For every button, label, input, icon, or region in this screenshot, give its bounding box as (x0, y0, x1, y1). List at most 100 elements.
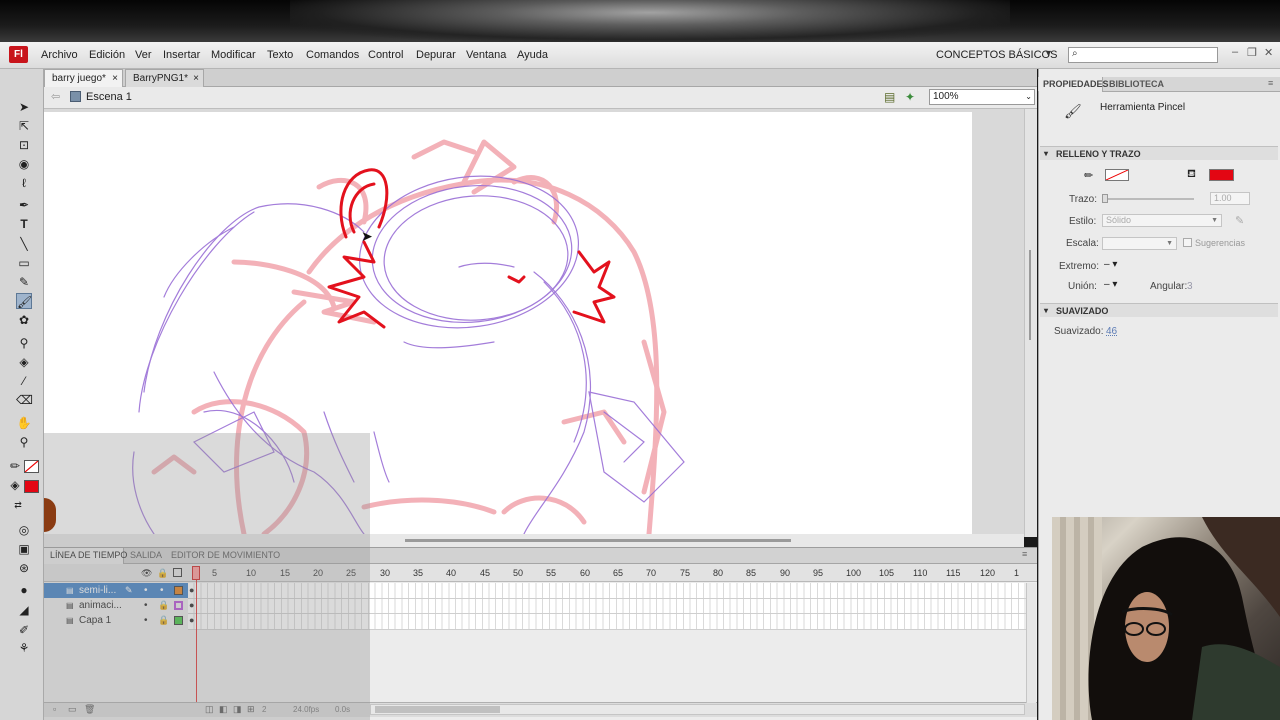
estilo-select[interactable]: Sólido ▼ (1102, 214, 1222, 227)
menu-insertar[interactable]: Insertar (163, 49, 200, 61)
free-transform-tool-icon[interactable]: ⊡ (16, 137, 32, 153)
menu-ventana[interactable]: Ventana (466, 49, 506, 61)
suavizado-value[interactable]: 46 (1106, 326, 1117, 337)
stroke-color-swatch[interactable] (24, 460, 39, 473)
snap-icon[interactable]: ◎ (16, 522, 32, 538)
paint-bucket-tool-icon[interactable]: ◈ (16, 354, 32, 370)
chevron-down-icon[interactable]: ⌄ (1025, 90, 1032, 104)
tab-barrypng1[interactable]: BarryPNG1* × (125, 69, 204, 87)
brush-shape-icon[interactable]: ◢ (16, 602, 32, 618)
section-title: SUAVIZADO (1056, 306, 1109, 316)
frame-number: 1 (1014, 568, 1020, 578)
frame-number: 35 (413, 568, 424, 578)
frame-number: 110 (913, 568, 928, 578)
scene-label[interactable]: Escena 1 (86, 91, 132, 103)
line-tool-icon[interactable]: ╲ (16, 236, 32, 252)
lock-fill-icon[interactable]: ⊛ (16, 560, 32, 576)
frame-number: 115 (946, 568, 961, 578)
video-top-strip (0, 0, 1280, 42)
hand-tool-icon[interactable]: ✋ (16, 415, 32, 431)
bone-tool-icon[interactable]: ⚲ (16, 335, 32, 351)
timeline-menu-icon[interactable]: ≡ (1022, 549, 1027, 559)
trazo-slider[interactable] (1102, 198, 1194, 200)
escala-select[interactable]: ▼ (1102, 237, 1177, 250)
edit-style-icon[interactable]: ✎ (1235, 214, 1244, 227)
fill-color-swatch[interactable] (24, 480, 39, 493)
paint-bucket-icon: ⛾ (1187, 168, 1196, 180)
pen-tool-icon[interactable]: ✒ (16, 197, 32, 213)
brush-mode-icon[interactable]: ▣ (16, 541, 32, 557)
selection-tool-icon[interactable]: ➤ (16, 99, 32, 115)
vertical-scroll-thumb[interactable] (1029, 250, 1031, 340)
swap-colors-icon[interactable]: ⇄ (10, 497, 26, 513)
join-style-icon[interactable]: ‒ ▾ (1104, 279, 1117, 290)
webcam-overlay (1052, 517, 1280, 720)
frame-number: 120 (980, 568, 996, 578)
menu-ayuda[interactable]: Ayuda (517, 49, 548, 61)
eyedropper-tool-icon[interactable]: ⁄ (16, 373, 32, 389)
zoom-tool-icon[interactable]: ⚲ (16, 434, 32, 450)
estilo-value: Sólido (1106, 215, 1132, 225)
section-title: RELLENO Y TRAZO (1056, 149, 1141, 159)
video-overlay (44, 433, 370, 720)
workspace-switcher[interactable]: CONCEPTOS BÁSICOS (936, 49, 1057, 61)
maximize-icon[interactable]: ❐ (1247, 46, 1257, 59)
subselection-tool-icon[interactable]: ⇱ (16, 118, 32, 134)
menu-edicion[interactable]: Edición (89, 49, 125, 61)
edit-symbol-icon[interactable]: ✦ (905, 90, 915, 104)
chevron-down-icon[interactable]: ▼ (1044, 48, 1053, 58)
menu-modificar[interactable]: Modificar (211, 49, 256, 61)
frame-number: 40 (446, 568, 457, 578)
close-icon[interactable]: × (112, 70, 118, 87)
horizontal-scroll-thumb[interactable] (405, 539, 791, 542)
pressure-icon[interactable]: ✐ (16, 622, 32, 638)
brush-size-icon[interactable]: ● (16, 582, 32, 598)
menu-ver[interactable]: Ver (135, 49, 152, 61)
close-icon[interactable]: × (193, 70, 199, 87)
rectangle-tool-icon[interactable]: ▭ (16, 255, 32, 271)
search-input[interactable] (1068, 47, 1218, 63)
frame-number: 95 (813, 568, 824, 578)
fill-swatch[interactable] (1209, 169, 1234, 181)
stroke-swatch[interactable] (1105, 169, 1129, 181)
frame-number: 55 (546, 568, 557, 578)
frame-number: 80 (713, 568, 724, 578)
edit-scene-icon[interactable]: ▤ (884, 90, 895, 104)
panel-options-icon[interactable]: ≡ (1268, 78, 1273, 88)
menu-texto[interactable]: Texto (267, 49, 293, 61)
timeline-hscroll-thumb[interactable] (375, 706, 500, 713)
chevron-down-icon: ▼ (1211, 217, 1218, 224)
menu-control[interactable]: Control (368, 49, 403, 61)
frame-number: 45 (480, 568, 491, 578)
menu-comandos[interactable]: Comandos (306, 49, 359, 61)
back-arrow-icon[interactable]: ⇦ (51, 90, 60, 103)
timeline-vscroll[interactable] (1026, 583, 1036, 703)
3d-rotation-tool-icon[interactable]: ◉ (16, 156, 32, 172)
tilt-icon[interactable]: ⚘ (16, 640, 32, 656)
eraser-tool-icon[interactable]: ⌫ (16, 392, 33, 408)
frame-number: 100 (846, 568, 862, 578)
text-tool-icon[interactable]: T (16, 216, 32, 232)
menu-archivo[interactable]: Archivo (41, 49, 78, 61)
lasso-tool-icon[interactable]: ℓ (16, 175, 32, 191)
chevron-down-icon: ▼ (1166, 240, 1173, 247)
tab-biblioteca[interactable]: BIBLIOTECA (1109, 79, 1164, 89)
search-icon: ⌕ (1072, 48, 1078, 59)
minimize-icon[interactable]: ‒ (1232, 46, 1238, 58)
trazo-slider-thumb[interactable] (1102, 194, 1108, 203)
cap-style-icon[interactable]: ‒ ▾ (1104, 259, 1117, 270)
close-window-icon[interactable]: ✕ (1264, 46, 1273, 59)
tab-propiedades[interactable]: PROPIEDADES (1043, 79, 1109, 89)
sugerencias-checkbox[interactable] (1183, 238, 1192, 247)
menu-depurar[interactable]: Depurar (416, 49, 456, 61)
section-suavizado[interactable]: ▾ SUAVIZADO (1040, 303, 1278, 317)
section-relleno-y-trazo[interactable]: ▾ RELLENO Y TRAZO (1040, 146, 1278, 160)
pencil-tool-icon[interactable]: ✎ (16, 274, 32, 290)
brush-tool-icon[interactable]: 🖌 (16, 293, 32, 309)
pencil-icon: ✏ (1084, 170, 1094, 182)
trazo-input[interactable]: 1.00 (1210, 192, 1250, 205)
deco-tool-icon[interactable]: ✿ (16, 312, 32, 328)
angular-value[interactable]: 3 (1187, 281, 1193, 292)
zoom-select[interactable]: 100% ⌄ (929, 89, 1035, 105)
tab-barry-juego[interactable]: barry juego* × (44, 69, 123, 87)
